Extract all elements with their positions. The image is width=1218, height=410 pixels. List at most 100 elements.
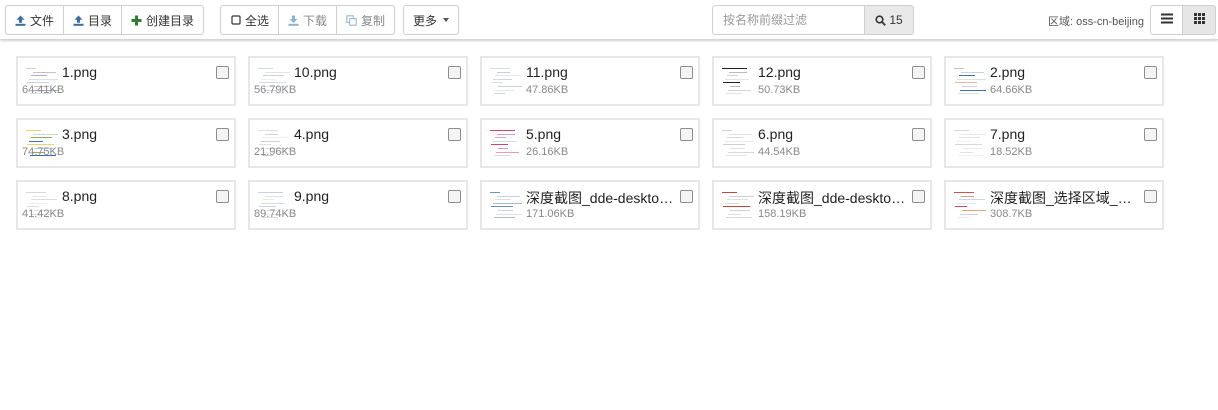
file-select-checkbox[interactable] (912, 190, 925, 203)
file-card[interactable]: 4.png 21.96KB (248, 118, 468, 168)
file-name[interactable]: 9.png (294, 188, 442, 204)
file-card[interactable]: 10.png 56.79KB (248, 56, 468, 106)
upload-directory-label: 目录 (88, 13, 113, 28)
toolbar: 文件 目录 创建目录 全选 下载 复制 更多 按名称前缀过滤 15 区域: os… (0, 0, 1218, 40)
upload-file-label: 文件 (30, 13, 55, 28)
file-name[interactable]: 5.png (526, 126, 674, 142)
file-thumbnail (952, 127, 986, 159)
file-thumbnail (488, 189, 522, 221)
file-size: 21.96KB (254, 146, 297, 158)
region-label: 区域: oss-cn-beijing (1048, 16, 1144, 28)
file-card[interactable]: 11.png 47.86KB (480, 56, 700, 106)
more-label: 更多 (413, 13, 438, 28)
file-thumbnail (488, 127, 522, 159)
grid-view-button[interactable] (1183, 5, 1216, 35)
file-select-checkbox[interactable] (448, 190, 461, 203)
file-select-checkbox[interactable] (912, 128, 925, 141)
grid-view-icon (1193, 13, 1205, 27)
file-card[interactable]: 7.png 18.52KB (944, 118, 1164, 168)
file-thumbnail (952, 189, 986, 221)
more-button-group: 更多 (403, 5, 460, 35)
file-name[interactable]: 3.png (62, 126, 210, 142)
list-view-button[interactable] (1150, 5, 1183, 35)
file-select-checkbox[interactable] (216, 128, 229, 141)
file-thumbnail (720, 127, 754, 159)
file-size: 64.66KB (990, 84, 1033, 96)
file-name[interactable]: 2.png (990, 64, 1138, 80)
file-name[interactable]: 1.png (62, 64, 210, 80)
file-thumbnail (488, 65, 522, 97)
file-select-checkbox[interactable] (216, 190, 229, 203)
file-select-checkbox[interactable] (448, 66, 461, 79)
file-size: 64.41KB (22, 84, 65, 96)
file-card[interactable]: 9.png 89.74KB (248, 180, 468, 230)
file-select-checkbox[interactable] (912, 66, 925, 79)
file-card[interactable]: 8.png 41.42KB (16, 180, 236, 230)
file-size: 50.73KB (758, 84, 801, 96)
search-button[interactable]: 15 (865, 5, 914, 35)
file-name[interactable]: 6.png (758, 126, 906, 142)
file-name[interactable]: 4.png (294, 126, 442, 142)
file-name[interactable]: 12.png (758, 64, 906, 80)
file-select-checkbox[interactable] (680, 66, 693, 79)
file-select-checkbox[interactable] (448, 128, 461, 141)
file-card[interactable]: 深度截图_dde-desktop_20190308135318.png158.1… (712, 180, 932, 230)
download-label: 下载 (303, 13, 328, 28)
download-icon (288, 15, 299, 26)
copy-label: 复制 (361, 13, 386, 28)
prefix-filter-input[interactable] (712, 5, 865, 35)
select-all-button[interactable]: 全选 (220, 5, 280, 35)
file-card[interactable]: 1.png 64.41KB (16, 56, 236, 106)
file-name[interactable]: 11.png (526, 64, 674, 80)
list-view-icon (1160, 13, 1173, 27)
copy-icon (346, 14, 357, 26)
file-select-checkbox[interactable] (680, 128, 693, 141)
file-size: 44.54KB (758, 146, 801, 158)
file-size: 308.7KB (990, 208, 1033, 220)
create-directory-button[interactable]: 创建目录 (122, 5, 205, 35)
file-name[interactable]: 深度截图_dde-desktop_20190308135318.png (758, 188, 906, 208)
file-select-checkbox[interactable] (216, 66, 229, 79)
file-thumbnail (720, 65, 754, 97)
copy-button[interactable]: 复制 (337, 5, 396, 35)
file-size: 74.75KB (22, 146, 65, 158)
upload-icon (15, 15, 26, 26)
file-select-checkbox[interactable] (1144, 66, 1157, 79)
file-card[interactable]: 6.png 44.54KB (712, 118, 932, 168)
file-size: 171.06KB (526, 208, 575, 220)
download-button[interactable]: 下载 (279, 5, 338, 35)
file-size: 41.42KB (22, 208, 65, 220)
checkbox-empty-icon (230, 15, 241, 26)
file-card[interactable]: 3.png 74.75KB (16, 118, 236, 168)
file-card[interactable]: 2.png 64.66KB (944, 56, 1164, 106)
search-icon (875, 14, 887, 26)
file-name[interactable]: 8.png (62, 188, 210, 204)
file-card[interactable]: 5.png 26.16KB (480, 118, 700, 168)
more-dropdown-button[interactable]: 更多 (403, 5, 460, 35)
file-size: 26.16KB (526, 146, 569, 158)
create-directory-label: 创建目录 (146, 13, 195, 28)
view-toggle-group (1150, 5, 1216, 35)
file-name[interactable]: 7.png (990, 126, 1138, 142)
file-select-checkbox[interactable] (1144, 128, 1157, 141)
upload-directory-button[interactable]: 目录 (64, 5, 123, 35)
plus-icon (131, 15, 142, 26)
file-name[interactable]: 深度截图_选择区域_20190308140112.png (990, 188, 1138, 208)
file-card[interactable]: 12.png 50.73KB (712, 56, 932, 106)
upload-button-group: 文件 目录 创建目录 (5, 5, 205, 35)
selection-button-group: 全选 下载 复制 (220, 5, 396, 35)
file-name[interactable]: 10.png (294, 64, 442, 80)
upload-file-button[interactable]: 文件 (5, 5, 65, 35)
select-all-label: 全选 (245, 13, 270, 28)
file-select-checkbox[interactable] (680, 190, 693, 203)
search-bar: 15 (712, 5, 914, 35)
file-thumbnail (952, 65, 986, 97)
file-size: 18.52KB (990, 146, 1033, 158)
file-size: 56.79KB (254, 84, 297, 96)
file-name[interactable]: 深度截图_dde-desktop_20190308135041.png (526, 188, 674, 208)
upload-icon (73, 15, 84, 26)
file-card[interactable]: 深度截图_选择区域_20190308140112.png308.7KB (944, 180, 1164, 230)
file-size: 158.19KB (758, 208, 807, 220)
file-card[interactable]: 深度截图_dde-desktop_20190308135041.png171.0… (480, 180, 700, 230)
file-select-checkbox[interactable] (1144, 190, 1157, 203)
